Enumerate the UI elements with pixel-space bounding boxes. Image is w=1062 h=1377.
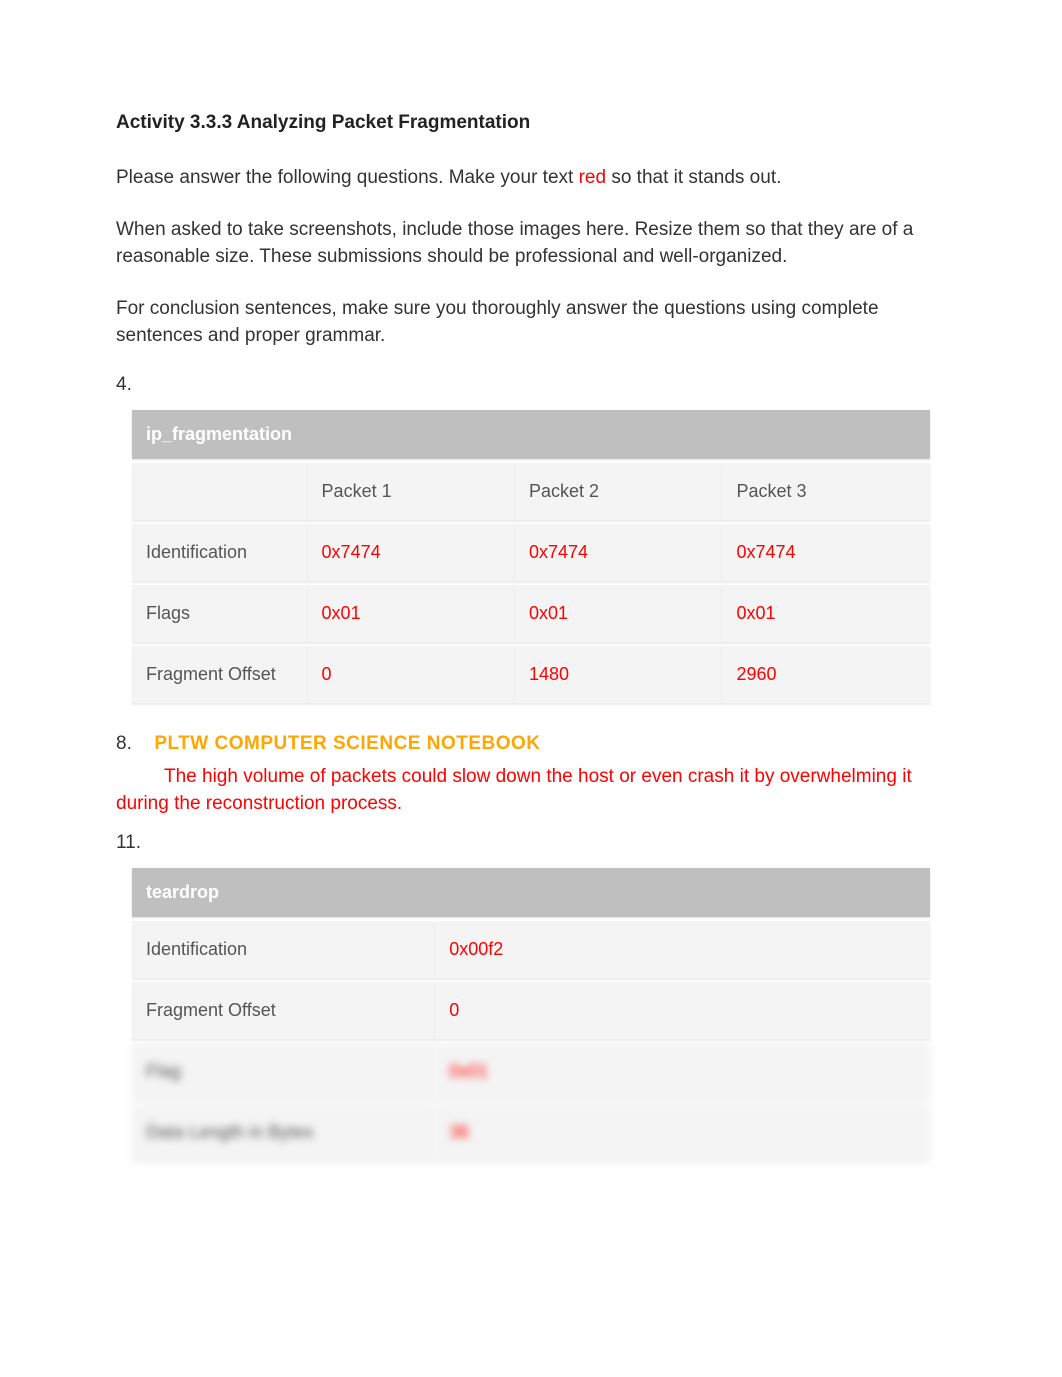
ip-fragmentation-table: ip_fragmentation Packet 1 Packet 2 Packe…	[132, 406, 930, 707]
row-label: Data Length in Bytes	[132, 1104, 435, 1161]
row-label: Fragment Offset	[132, 646, 308, 703]
intro-line1-pre: Please answer the following questions. M…	[116, 167, 579, 188]
row-value: 0x01	[722, 585, 930, 642]
row-value: 0x01	[515, 585, 722, 642]
row-value: 0x7474	[722, 524, 930, 581]
table-row-blurred: Data Length in Bytes 36	[132, 1104, 930, 1161]
table-title-cell: ip_fragmentation	[132, 410, 930, 459]
activity-title: Activity 3.3.3 Analyzing Packet Fragment…	[116, 112, 946, 134]
question-11-number: 11.	[116, 832, 946, 854]
intro-paragraph-2: When asked to take screenshots, include …	[116, 216, 946, 271]
table-title-cell: teardrop	[132, 868, 930, 917]
row-value: 0	[308, 646, 515, 703]
row-value: 0	[435, 982, 930, 1039]
document-page: Activity 3.3.3 Analyzing Packet Fragment…	[0, 0, 1062, 1377]
header-packet1: Packet 1	[308, 463, 515, 520]
intro-line1-red: red	[579, 167, 606, 188]
pltw-watermark: PLTW COMPUTER SCIENCE NOTEBOOK	[154, 733, 540, 755]
row-value: 36	[435, 1104, 930, 1161]
intro-paragraph-1: Please answer the following questions. M…	[116, 164, 946, 192]
row-value: 2960	[722, 646, 930, 703]
row-value: 0x01	[308, 585, 515, 642]
row-label: Identification	[132, 524, 308, 581]
teardrop-table: teardrop Identification 0x00f2 Fragment …	[132, 864, 930, 1165]
table-row: Identification 0x00f2	[132, 921, 930, 978]
question-4-number: 4.	[116, 374, 946, 396]
teardrop-table-wrap: teardrop Identification 0x00f2 Fragment …	[132, 864, 930, 1165]
table-row: Fragment Offset 0	[132, 982, 930, 1039]
question-8-number: 8.	[116, 733, 132, 754]
row-value: 0x7474	[308, 524, 515, 581]
row-label: Flag	[132, 1043, 435, 1100]
ip-fragmentation-table-wrap: ip_fragmentation Packet 1 Packet 2 Packe…	[132, 406, 930, 707]
table-row: Identification 0x7474 0x7474 0x7474	[132, 524, 930, 581]
row-value: 0x00f2	[435, 921, 930, 978]
table-row-blurred: Flag 0x01	[132, 1043, 930, 1100]
table-row: Fragment Offset 0 1480 2960	[132, 646, 930, 703]
header-packet3: Packet 3	[722, 463, 930, 520]
row-label: Flags	[132, 585, 308, 642]
intro-line1-post: so that it stands out.	[606, 167, 781, 188]
question-8-header: 8. PLTW COMPUTER SCIENCE NOTEBOOK	[116, 733, 946, 755]
intro-paragraph-3: For conclusion sentences, make sure you …	[116, 295, 946, 350]
row-label: Fragment Offset	[132, 982, 435, 1039]
row-value: 0x01	[435, 1043, 930, 1100]
question-8-answer: The high volume of packets could slow do…	[116, 763, 946, 818]
table-title-row: ip_fragmentation	[132, 410, 930, 459]
row-value: 1480	[515, 646, 722, 703]
table-header-row: Packet 1 Packet 2 Packet 3	[132, 463, 930, 520]
row-value: 0x7474	[515, 524, 722, 581]
question-8-section: 8. PLTW COMPUTER SCIENCE NOTEBOOK The hi…	[116, 733, 946, 818]
row-label: Identification	[132, 921, 435, 978]
header-packet2: Packet 2	[515, 463, 722, 520]
header-empty	[132, 463, 308, 520]
table-row: Flags 0x01 0x01 0x01	[132, 585, 930, 642]
table-title-row: teardrop	[132, 868, 930, 917]
